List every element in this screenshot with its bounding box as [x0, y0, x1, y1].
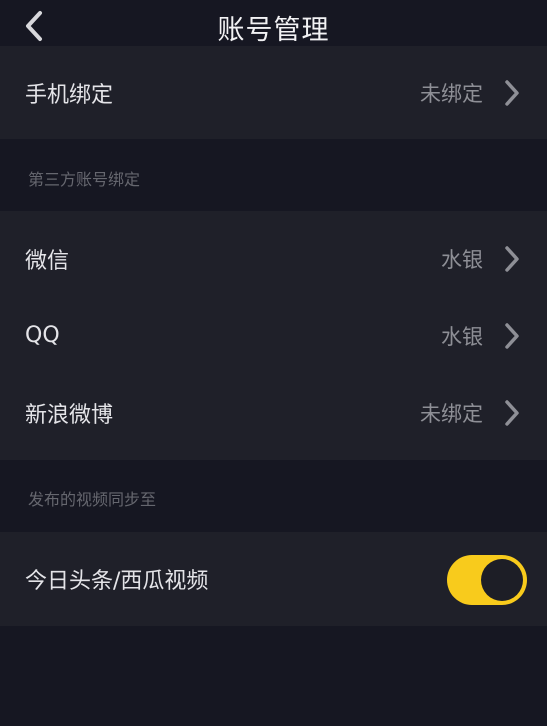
weibo-binding-status: 未绑定 — [420, 401, 483, 426]
wechat-account-value: 水银 — [441, 247, 483, 272]
third-party-section-label: 第三方账号绑定 — [28, 170, 141, 189]
sync-card: 今日头条/西瓜视频 — [0, 532, 547, 626]
qq-account-value: 水银 — [441, 324, 483, 349]
chevron-right-icon — [501, 321, 523, 351]
chevron-right-icon — [501, 244, 523, 274]
toutiao-sync-label: 今日头条/西瓜视频 — [25, 569, 209, 594]
wechat-label: 微信 — [25, 248, 70, 274]
phone-binding-row[interactable]: 手机绑定 未绑定 — [0, 46, 547, 139]
chevron-right-icon — [501, 78, 523, 108]
weibo-binding-row[interactable]: 新浪微博 未绑定 — [0, 374, 547, 451]
qq-binding-row[interactable]: QQ 水银 — [0, 297, 547, 374]
wechat-binding-row[interactable]: 微信 水银 — [0, 220, 547, 297]
sync-section-label: 发布的视频同步至 — [28, 490, 157, 509]
toutiao-sync-toggle[interactable] — [447, 555, 527, 605]
weibo-label: 新浪微博 — [25, 402, 114, 428]
phone-binding-status: 未绑定 — [420, 81, 483, 106]
account-management-page: 账号管理 手机绑定 未绑定 第三方账号绑定 微信 水银 QQ 水银 新浪微博 未… — [0, 0, 547, 726]
qq-label: QQ — [25, 323, 60, 348]
phone-binding-label: 手机绑定 — [25, 82, 114, 108]
chevron-right-icon — [501, 398, 523, 428]
phone-binding-card: 手机绑定 未绑定 — [0, 46, 547, 139]
page-title: 账号管理 — [217, 15, 330, 46]
third-party-card: 微信 水银 QQ 水银 新浪微博 未绑定 — [0, 211, 547, 460]
toggle-knob — [481, 559, 523, 601]
toutiao-sync-row: 今日头条/西瓜视频 — [0, 532, 547, 626]
top-bar: 账号管理 — [0, 0, 547, 46]
